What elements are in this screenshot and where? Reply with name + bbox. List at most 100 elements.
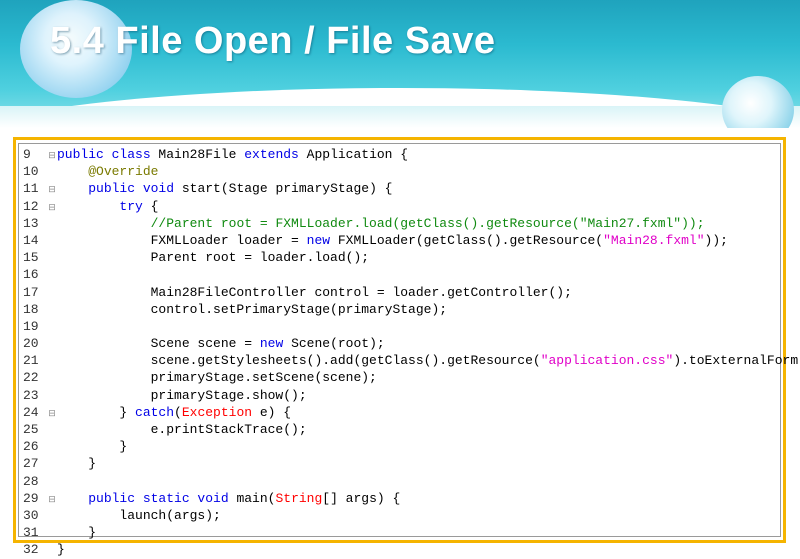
line-number: 22: [23, 370, 39, 386]
code-token: Scene(root);: [291, 336, 385, 352]
code-token: public class: [57, 147, 159, 162]
code-token: Application {: [306, 147, 409, 162]
code-line: 24 ⊟ } catch(Exception e) {: [23, 404, 800, 421]
code-line: 21 scene.getStylesheets().add(getClass()…: [23, 352, 800, 369]
line-number: 24: [23, 404, 39, 420]
code-token: }: [57, 456, 97, 472]
line-number: 18: [23, 301, 39, 317]
code-token: }: [57, 439, 128, 455]
code-line: 30 launch(args);: [23, 507, 800, 524]
line-number: 15: [23, 250, 39, 266]
code-line: 25 e.printStackTrace();: [23, 421, 800, 438]
code-token: try: [119, 198, 151, 214]
code-token: Parent root = loader.load();: [57, 250, 370, 266]
line-number: 26: [23, 439, 39, 455]
code-token: Main28File: [158, 147, 245, 162]
line-number: 17: [23, 284, 39, 300]
line-number: 16: [23, 267, 39, 283]
code-token: {: [150, 198, 159, 214]
line-number: 13: [23, 215, 39, 231]
code-token: scene.getStylesheets().add(getClass().ge…: [57, 353, 541, 369]
code-token: control.setPrimaryStage(primaryStage);: [57, 301, 448, 317]
code-token: ));: [704, 232, 728, 248]
code-token: @Override: [88, 164, 159, 180]
code-token: Scene scene =: [57, 336, 260, 352]
code-token: Exception: [181, 404, 260, 420]
code-token: //Parent root = FXMLLoader.load(getClass…: [150, 215, 705, 231]
line-number: 27: [23, 456, 39, 472]
decorative-bubble-right: [722, 76, 794, 128]
code-line: 10 @Override: [23, 163, 800, 180]
line-number: 14: [23, 232, 39, 248]
code-token: primaryStage.setScene(scene);: [57, 370, 377, 386]
line-number: 30: [23, 507, 39, 523]
code-token: "Main28.fxml": [603, 232, 705, 248]
line-number: 32: [23, 542, 39, 558]
code-line: 9 ⊟public class Main28File extends Applic…: [23, 146, 800, 163]
code-line: 32}: [23, 541, 800, 558]
code-line: 22 primaryStage.setScene(scene);: [23, 369, 800, 386]
code-token: FXMLLoader loader =: [57, 232, 307, 248]
code-token: catch: [135, 404, 175, 420]
code-line: 13 //Parent root = FXMLLoader.load(getCl…: [23, 215, 800, 232]
code-line: 23 primaryStage.show();: [23, 387, 800, 404]
code-token: }: [57, 525, 97, 541]
line-number: 31: [23, 525, 39, 541]
code-token: (: [174, 404, 182, 420]
title-banner: 5.4 File Open / File Save: [0, 0, 800, 128]
code-line: 20 Scene scene = new Scene(root);: [23, 335, 800, 352]
line-number: 10: [23, 164, 39, 180]
code-line: 26 }: [23, 438, 800, 455]
code-token: start(Stage primaryStage) {: [181, 181, 393, 197]
code-line: 16: [23, 266, 800, 283]
code-token: main(: [236, 490, 276, 506]
code-token: }: [57, 542, 65, 558]
slide-title: 5.4 File Open / File Save: [50, 20, 496, 62]
code-token: Main28FileController control = loader.ge…: [57, 284, 572, 300]
code-token: new: [306, 232, 338, 248]
code-line: 31 }: [23, 524, 800, 541]
code-token: e) {: [259, 404, 292, 420]
code-line: 17 Main28FileController control = loader…: [23, 284, 800, 301]
code-editor: 9 ⊟public class Main28File extends Applic…: [18, 143, 800, 557]
code-token: primaryStage.show();: [57, 387, 307, 403]
line-number: 19: [23, 318, 39, 334]
code-token: [] args) {: [322, 490, 401, 506]
code-token: e.printStackTrace();: [57, 422, 307, 437]
line-number: 21: [23, 353, 39, 369]
line-number: 12: [23, 198, 39, 214]
code-token: launch(args);: [57, 507, 221, 523]
code-token: public static void: [88, 490, 237, 506]
line-number: 11: [23, 181, 39, 197]
code-line: 12 ⊟ try {: [23, 198, 800, 215]
code-token: public void: [88, 181, 182, 197]
code-token: "application.css": [540, 353, 674, 369]
banner-band: [0, 106, 800, 128]
line-number: 29: [23, 490, 39, 506]
code-token: new: [259, 336, 292, 352]
code-line: 19: [23, 318, 800, 335]
line-number: 23: [23, 387, 39, 403]
code-token: String: [275, 490, 323, 506]
code-token: FXMLLoader(getClass().getResource(: [337, 232, 604, 248]
code-token: extends: [244, 147, 307, 162]
code-line: 29 ⊟ public static void main(String[] arg…: [23, 490, 800, 507]
code-line: 15 Parent root = loader.load();: [23, 249, 800, 266]
line-number: 28: [23, 473, 39, 489]
line-number: 9: [23, 147, 31, 162]
code-line: 14 FXMLLoader loader = new FXMLLoader(ge…: [23, 232, 800, 249]
code-lines: 9 ⊟public class Main28File extends Applic…: [23, 146, 800, 559]
code-line: 11 ⊟ public void start(Stage primaryStage…: [23, 180, 800, 197]
code-line: 28: [23, 473, 800, 490]
code-line: 18 control.setPrimaryStage(primaryStage)…: [23, 301, 800, 318]
code-panel: 9 ⊟public class Main28File extends Applic…: [13, 137, 800, 557]
line-number: 25: [23, 422, 39, 437]
code-line: 27 }: [23, 455, 800, 472]
code-token: ).toExternalForm());: [673, 353, 800, 369]
code-token: }: [57, 404, 136, 420]
